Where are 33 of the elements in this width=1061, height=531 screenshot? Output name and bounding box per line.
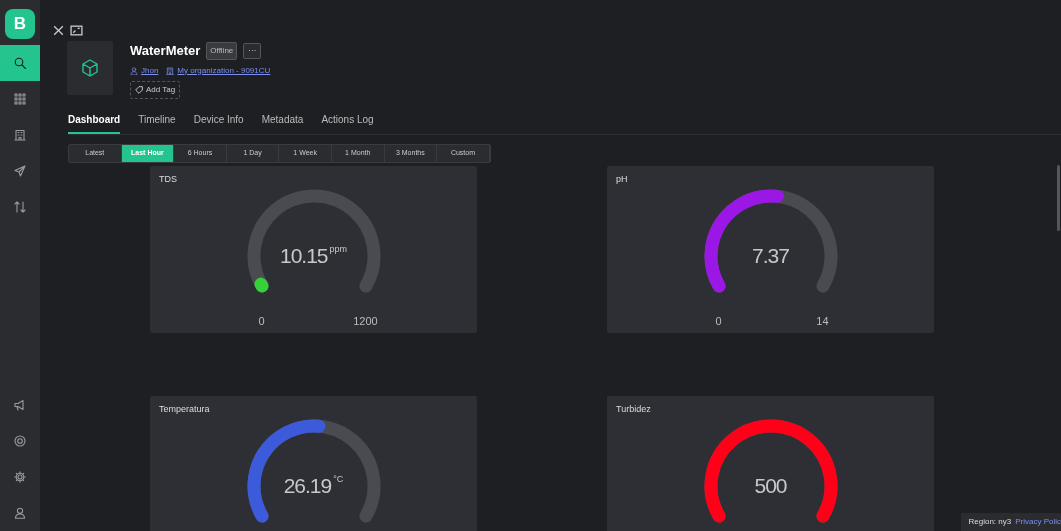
widget-title: Turbidez — [616, 403, 652, 415]
tab[interactable]: Timeline — [138, 111, 176, 134]
gauge-value: 26.19 — [283, 472, 332, 499]
user-icon — [130, 66, 138, 75]
gauge-max: 14 — [816, 313, 829, 329]
tab[interactable]: Metadata — [261, 111, 304, 134]
tab[interactable]: Dashboard — [68, 111, 121, 134]
organization-link[interactable]: My organization - 9091CU — [166, 64, 271, 77]
owner-link[interactable]: Jhon — [130, 64, 159, 77]
more-button[interactable]: ··· — [243, 42, 262, 59]
gauge-value: 500 — [754, 472, 787, 499]
gauge-unit: ppm — [329, 242, 348, 256]
gauge-unit: °C — [333, 472, 344, 486]
gauge-value: 10.15 — [279, 242, 328, 269]
gauge-min: 0 — [715, 313, 722, 329]
tab[interactable]: Actions Log — [321, 111, 374, 134]
widget-title: TDS — [159, 173, 178, 185]
gauge-value: 7.37 — [752, 242, 789, 269]
widget-title: Temperatura — [159, 403, 211, 415]
region-label: Region: ny3 — [968, 516, 1012, 528]
building-icon — [166, 66, 175, 75]
gauge-max: 1200 — [353, 313, 378, 329]
gauge-min: 0 — [258, 313, 265, 329]
add-tag-button[interactable]: Add Tag — [130, 80, 181, 99]
device-title: WaterMeter — [130, 42, 201, 60]
widget-title: pH — [616, 173, 629, 185]
tag-icon — [135, 85, 143, 94]
search-icon[interactable] — [0, 45, 40, 81]
status-badge: Offline — [206, 41, 238, 60]
scrollbar[interactable] — [1057, 165, 1060, 231]
privacy-link[interactable]: Privacy Polic — [1015, 516, 1061, 528]
tab[interactable]: Device Info — [193, 111, 244, 134]
device-icon — [67, 41, 113, 95]
